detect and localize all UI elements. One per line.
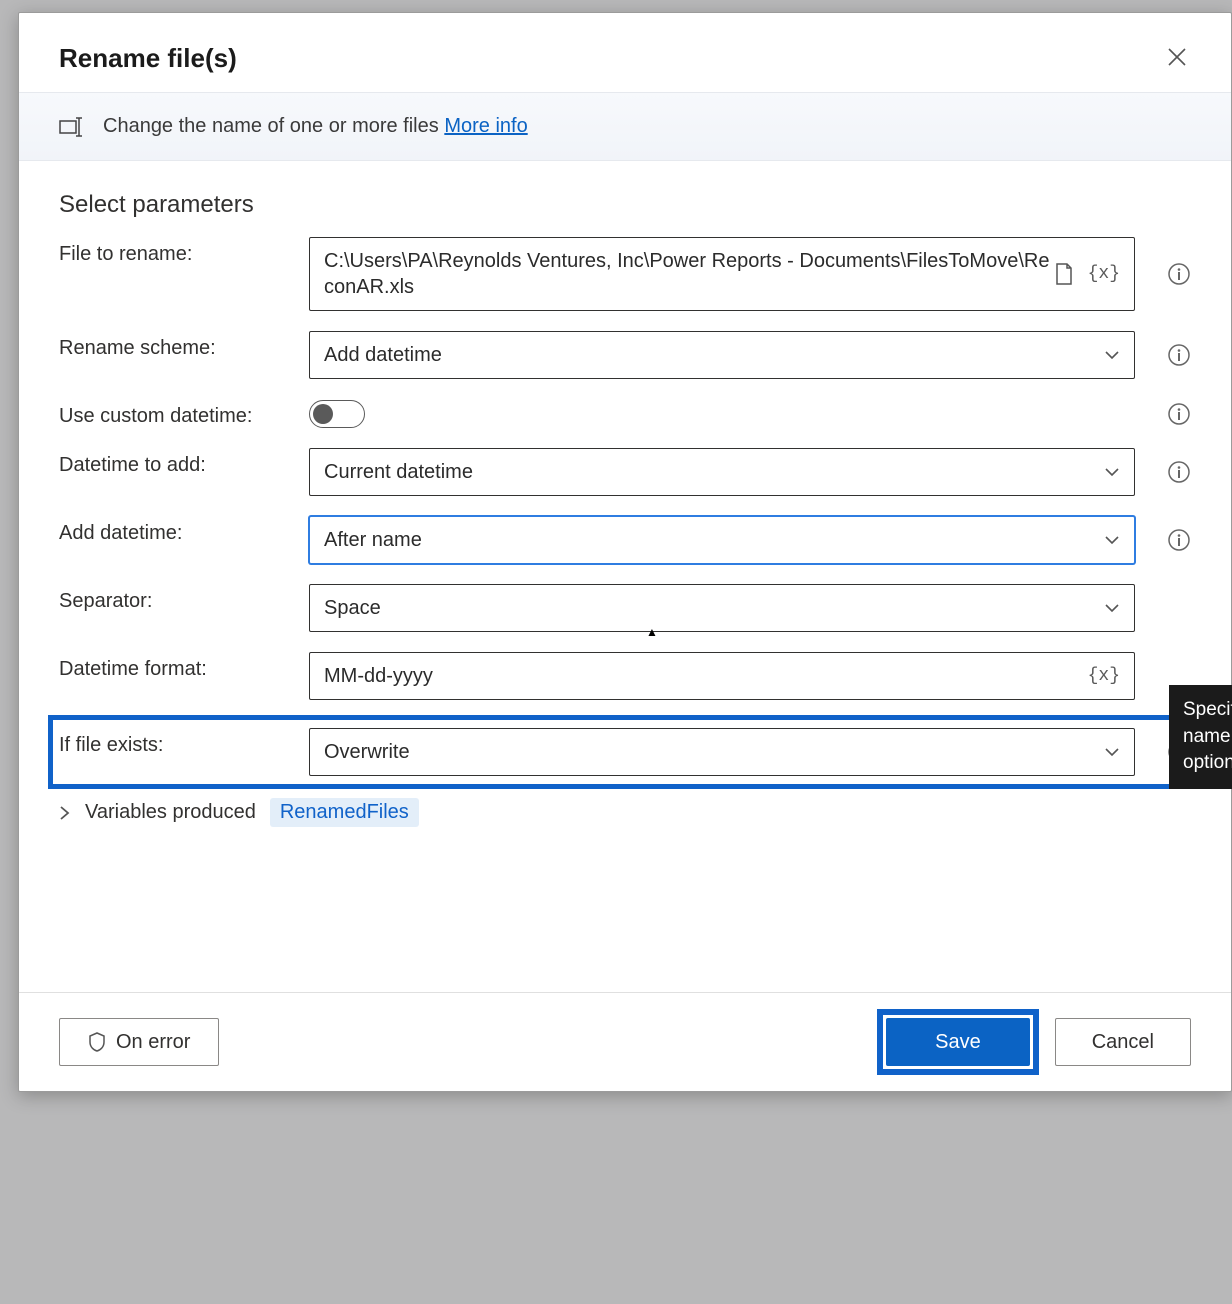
section-title: Select parameters (59, 191, 1191, 219)
input-file-to-rename[interactable]: C:\Users\PA\Reynolds Ventures, Inc\Power… (309, 237, 1135, 311)
row-separator: Separator: Space ▲ (59, 584, 1191, 632)
chevron-down-icon (1104, 347, 1120, 363)
row-if-file-exists: If file exists: Overwrite (53, 720, 1197, 784)
label-rename-scheme: Rename scheme: (59, 331, 289, 360)
tooltip-line: option (1183, 750, 1232, 777)
label-file-to-rename: File to rename: (59, 237, 289, 266)
chevron-down-icon (1104, 464, 1120, 480)
value-file-to-rename: C:\Users\PA\Reynolds Ventures, Inc\Power… (324, 248, 1054, 300)
cursor-caret-icon: ▲ (646, 625, 658, 639)
dialog-body: Select parameters File to rename: C:\Use… (19, 161, 1231, 992)
chevron-down-icon (1104, 532, 1120, 548)
label-add-datetime: Add datetime: (59, 516, 289, 545)
label-datetime-format: Datetime format: (59, 652, 289, 681)
label-use-custom-datetime: Use custom datetime: (59, 399, 289, 428)
label-datetime-to-add: Datetime to add: (59, 448, 289, 477)
close-icon (1167, 47, 1187, 67)
chevron-down-icon (1104, 600, 1120, 616)
tooltip-separator-info: Specif name option (1169, 685, 1232, 789)
label-variables-produced: Variables produced (85, 801, 256, 824)
save-highlight-annotation: Save (883, 1015, 1033, 1069)
variable-badge-renamedfiles[interactable]: RenamedFiles (270, 798, 419, 827)
dialog-header: Rename file(s) (19, 13, 1231, 92)
value-rename-scheme: Add datetime (324, 344, 442, 367)
value-separator: Space (324, 597, 381, 620)
save-label: Save (935, 1031, 981, 1054)
tooltip-line: name (1183, 724, 1232, 751)
row-datetime-format: Datetime format: MM-dd-yyyy {x} (59, 652, 1191, 700)
rename-files-dialog: Rename file(s) Change the name of one or… (18, 12, 1232, 1092)
select-if-file-exists[interactable]: Overwrite (309, 728, 1135, 776)
on-error-button[interactable]: On error (59, 1018, 219, 1066)
description-bar: Change the name of one or more files Mor… (19, 92, 1231, 161)
info-icon[interactable] (1167, 343, 1191, 367)
row-variables-produced[interactable]: Variables produced RenamedFiles (59, 798, 1191, 827)
info-icon[interactable] (1167, 402, 1191, 426)
shield-icon (88, 1032, 106, 1052)
row-file-to-rename: File to rename: C:\Users\PA\Reynolds Ven… (59, 237, 1191, 311)
row-rename-scheme: Rename scheme: Add datetime (59, 331, 1191, 379)
toggle-use-custom-datetime[interactable] (309, 400, 365, 428)
value-add-datetime: After name (324, 529, 422, 552)
tooltip-line: Specif (1183, 697, 1232, 724)
row-datetime-to-add: Datetime to add: Current datetime (59, 448, 1191, 496)
cancel-button[interactable]: Cancel (1055, 1018, 1191, 1066)
select-add-datetime[interactable]: After name (309, 516, 1135, 564)
label-separator: Separator: (59, 584, 289, 613)
info-icon[interactable] (1167, 262, 1191, 286)
save-button[interactable]: Save (886, 1018, 1030, 1066)
on-error-label: On error (116, 1031, 190, 1054)
more-info-link[interactable]: More info (444, 115, 527, 137)
select-datetime-to-add[interactable]: Current datetime (309, 448, 1135, 496)
variable-picker-icon[interactable]: {x} (1088, 264, 1120, 284)
row-use-custom-datetime: Use custom datetime: (59, 399, 1191, 428)
dialog-footer: On error Save Cancel (19, 992, 1231, 1091)
value-if-file-exists: Overwrite (324, 741, 410, 764)
select-rename-scheme[interactable]: Add datetime (309, 331, 1135, 379)
row-add-datetime: Add datetime: After name (59, 516, 1191, 564)
variable-picker-icon[interactable]: {x} (1088, 666, 1120, 686)
dialog-title: Rename file(s) (59, 43, 237, 74)
info-icon[interactable] (1167, 528, 1191, 552)
close-button[interactable] (1163, 43, 1191, 71)
label-if-file-exists: If file exists: (59, 728, 289, 757)
value-datetime-format: MM-dd-yyyy (324, 663, 1088, 689)
select-separator[interactable]: Space ▲ (309, 584, 1135, 632)
rename-icon (59, 117, 87, 137)
input-datetime-format[interactable]: MM-dd-yyyy {x} (309, 652, 1135, 700)
chevron-right-icon (59, 806, 71, 820)
file-picker-icon[interactable] (1054, 263, 1074, 285)
description-text: Change the name of one or more files (103, 115, 439, 137)
toggle-knob (313, 404, 333, 424)
cancel-label: Cancel (1092, 1031, 1154, 1054)
chevron-down-icon (1104, 744, 1120, 760)
value-datetime-to-add: Current datetime (324, 461, 473, 484)
info-icon[interactable] (1167, 460, 1191, 484)
